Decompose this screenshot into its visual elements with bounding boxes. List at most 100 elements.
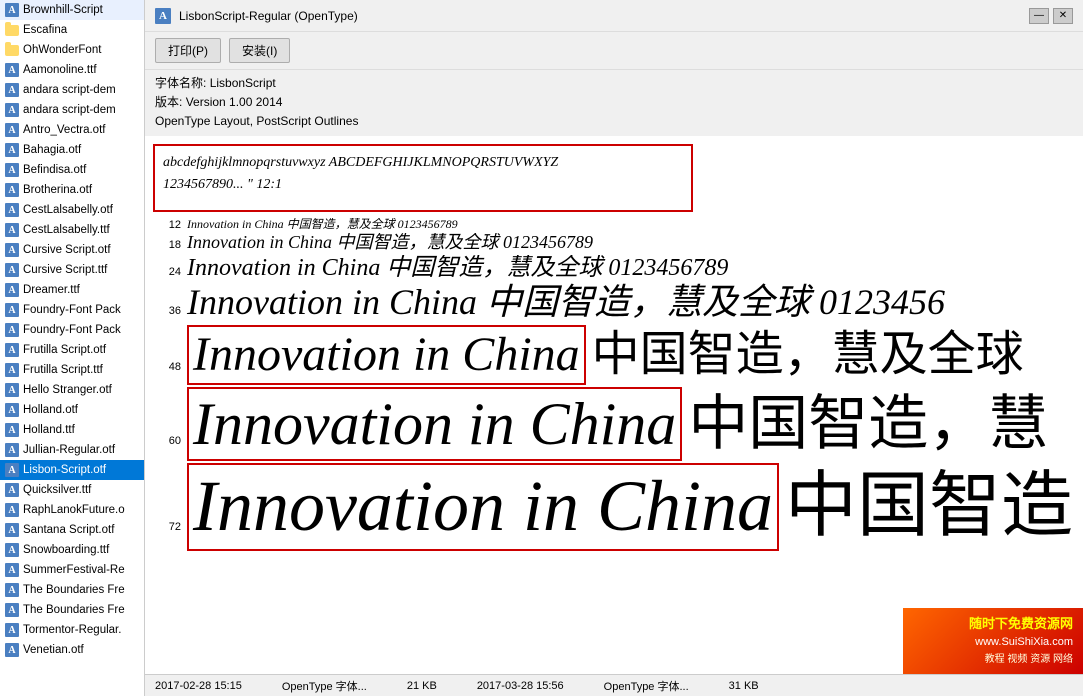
print-button[interactable]: 打印(P) bbox=[155, 38, 221, 63]
sample-box-top: abcdefghijklmnopqrstuvwxyz ABCDEFGHIJKLM… bbox=[153, 144, 693, 212]
font-file-icon: A bbox=[4, 342, 20, 358]
preview-text-script: Innovation in China bbox=[193, 328, 580, 381]
sidebar-item-label: Venetian.otf bbox=[23, 644, 84, 656]
font-file-icon: A bbox=[4, 262, 20, 278]
file-list[interactable]: ABrownhill-ScriptEscafinaOhWonderFontAAa… bbox=[0, 0, 145, 696]
minimize-button[interactable]: — bbox=[1029, 8, 1049, 24]
sidebar-item-32[interactable]: AVenetian.otf bbox=[0, 640, 144, 660]
preview-box: Innovation in China bbox=[187, 387, 682, 461]
sidebar-item-16[interactable]: AFoundry-Font Pack bbox=[0, 320, 144, 340]
window-controls[interactable]: — ✕ bbox=[1029, 8, 1073, 24]
sidebar-item-31[interactable]: ATormentor-Regular. bbox=[0, 620, 144, 640]
sidebar-item-label: Holland.otf bbox=[23, 404, 78, 416]
sidebar-item-label: Lisbon-Script.otf bbox=[23, 464, 106, 476]
sidebar-item-24[interactable]: AQuicksilver.ttf bbox=[0, 480, 144, 500]
sidebar-item-label: Antro_Vectra.otf bbox=[23, 124, 105, 136]
sidebar-item-label: Hello Stranger.otf bbox=[23, 384, 112, 396]
sample-text-top: abcdefghijklmnopqrstuvwxyz ABCDEFGHIJKLM… bbox=[163, 152, 683, 197]
font-version-label: 版本: bbox=[155, 95, 182, 109]
sidebar-item-22[interactable]: AJullian-Regular.otf bbox=[0, 440, 144, 460]
title-bar: A LisbonScript-Regular (OpenType) — ✕ bbox=[145, 0, 1083, 32]
sidebar-item-label: SummerFestival-Re bbox=[23, 564, 125, 576]
preview-row-24: 24Innovation in China 中国智造，慧及全球 01234567… bbox=[153, 255, 1075, 281]
sidebar-item-11[interactable]: ACestLalsabelly.ttf bbox=[0, 220, 144, 240]
size-label: 36 bbox=[153, 305, 181, 317]
file-size-2: 31 KB bbox=[729, 680, 759, 692]
sidebar-item-5[interactable]: Aandara script-dem bbox=[0, 100, 144, 120]
sidebar-item-30[interactable]: AThe Boundaries Fre bbox=[0, 600, 144, 620]
font-file-icon: A bbox=[4, 282, 20, 298]
install-button[interactable]: 安装(I) bbox=[229, 38, 290, 63]
sidebar-item-label: Cursive Script.ttf bbox=[23, 264, 107, 276]
toolbar: 打印(P) 安装(I) bbox=[145, 32, 1083, 70]
title-bar-left: A LisbonScript-Regular (OpenType) bbox=[155, 8, 358, 24]
sidebar-item-12[interactable]: ACursive Script.otf bbox=[0, 240, 144, 260]
sidebar-item-20[interactable]: AHolland.otf bbox=[0, 400, 144, 420]
watermark-url: www.SuiShiXia.com bbox=[913, 634, 1073, 652]
sidebar-item-9[interactable]: ABrotherina.otf bbox=[0, 180, 144, 200]
sidebar-item-14[interactable]: ADreamer.ttf bbox=[0, 280, 144, 300]
preview-row-12: 12Innovation in China 中国智造，慧及全球 01234567… bbox=[153, 218, 1075, 231]
sidebar-item-4[interactable]: Aandara script-dem bbox=[0, 80, 144, 100]
font-file-icon: A bbox=[4, 382, 20, 398]
font-file-icon: A bbox=[4, 162, 20, 178]
sidebar-item-0[interactable]: ABrownhill-Script bbox=[0, 0, 144, 20]
sidebar-item-label: RaphLanokFuture.o bbox=[23, 504, 125, 516]
sidebar-item-25[interactable]: ARaphLanokFuture.o bbox=[0, 500, 144, 520]
sidebar-item-21[interactable]: AHolland.ttf bbox=[0, 420, 144, 440]
sidebar-item-label: Aamonoline.ttf bbox=[23, 64, 97, 76]
bottom-bar: 2017-02-28 15:15 OpenType 字体... 21 KB 20… bbox=[145, 674, 1083, 696]
preview-rows: 12Innovation in China 中国智造，慧及全球 01234567… bbox=[153, 218, 1075, 551]
sidebar-item-19[interactable]: AHello Stranger.otf bbox=[0, 380, 144, 400]
sidebar-item-label: Foundry-Font Pack bbox=[23, 324, 121, 336]
window-title: LisbonScript-Regular (OpenType) bbox=[179, 9, 358, 23]
font-info: 字体名称: LisbonScript 版本: Version 1.00 2014… bbox=[145, 70, 1083, 136]
watermark-title: 随时下免费资源网 bbox=[913, 614, 1073, 635]
sidebar-item-23[interactable]: ALisbon-Script.otf bbox=[0, 460, 144, 480]
sidebar-item-13[interactable]: ACursive Script.ttf bbox=[0, 260, 144, 280]
preview-area: abcdefghijklmnopqrstuvwxyz ABCDEFGHIJKLM… bbox=[145, 136, 1083, 674]
preview-text-script: Innovation in China bbox=[193, 391, 676, 457]
file-type-1: OpenType 字体... bbox=[282, 678, 367, 694]
folder-icon bbox=[4, 22, 20, 38]
sidebar-item-label: Brownhill-Script bbox=[23, 4, 103, 16]
sidebar-item-6[interactable]: AAntro_Vectra.otf bbox=[0, 120, 144, 140]
preview-row-boxed-60: 60Innovation in China中国智造，慧 bbox=[153, 387, 1075, 461]
preview-text: Innovation in China 中国智造，慧及全球 0123456789 bbox=[187, 218, 458, 231]
font-name-label: 字体名称: bbox=[155, 76, 206, 90]
size-label: 18 bbox=[153, 239, 181, 251]
sidebar-item-label: Escafina bbox=[23, 24, 67, 36]
sidebar-item-10[interactable]: ACestLalsabelly.otf bbox=[0, 200, 144, 220]
sidebar-item-label: Quicksilver.ttf bbox=[23, 484, 91, 496]
sidebar-item-label: OhWonderFont bbox=[23, 44, 101, 56]
sidebar-item-28[interactable]: ASummerFestival-Re bbox=[0, 560, 144, 580]
close-button[interactable]: ✕ bbox=[1053, 8, 1073, 24]
sidebar-item-8[interactable]: ABefindisa.otf bbox=[0, 160, 144, 180]
font-file-icon: A bbox=[4, 542, 20, 558]
sidebar-item-18[interactable]: AFrutilla Script.ttf bbox=[0, 360, 144, 380]
preview-row-18: 18Innovation in China 中国智造，慧及全球 01234567… bbox=[153, 233, 1075, 253]
sidebar-item-label: andara script-dem bbox=[23, 104, 116, 116]
font-file-icon: A bbox=[4, 62, 20, 78]
font-icon: A bbox=[155, 8, 171, 24]
sidebar-item-15[interactable]: AFoundry-Font Pack bbox=[0, 300, 144, 320]
font-file-icon: A bbox=[4, 622, 20, 638]
sidebar-item-3[interactable]: AAamonoline.ttf bbox=[0, 60, 144, 80]
sidebar-item-label: Tormentor-Regular. bbox=[23, 624, 121, 636]
sidebar-item-label: Jullian-Regular.otf bbox=[23, 444, 115, 456]
sidebar-item-label: Holland.ttf bbox=[23, 424, 75, 436]
sidebar-item-1[interactable]: Escafina bbox=[0, 20, 144, 40]
sidebar-item-label: Brotherina.otf bbox=[23, 184, 92, 196]
preview-text: Innovation in China 中国智造，慧及全球 0123456789 bbox=[187, 255, 728, 281]
font-file-icon: A bbox=[4, 302, 20, 318]
sidebar-item-17[interactable]: AFrutilla Script.otf bbox=[0, 340, 144, 360]
sidebar-item-27[interactable]: ASnowboarding.ttf bbox=[0, 540, 144, 560]
sidebar-item-label: Frutilla Script.ttf bbox=[23, 364, 103, 376]
sidebar-item-7[interactable]: ABahagia.otf bbox=[0, 140, 144, 160]
font-version-value: Version 1.00 2014 bbox=[186, 95, 283, 109]
sidebar-item-2[interactable]: OhWonderFont bbox=[0, 40, 144, 60]
sidebar-item-26[interactable]: ASantana Script.otf bbox=[0, 520, 144, 540]
preview-text-script: Innovation in China bbox=[193, 466, 773, 546]
font-file-icon: A bbox=[4, 182, 20, 198]
sidebar-item-29[interactable]: AThe Boundaries Fre bbox=[0, 580, 144, 600]
